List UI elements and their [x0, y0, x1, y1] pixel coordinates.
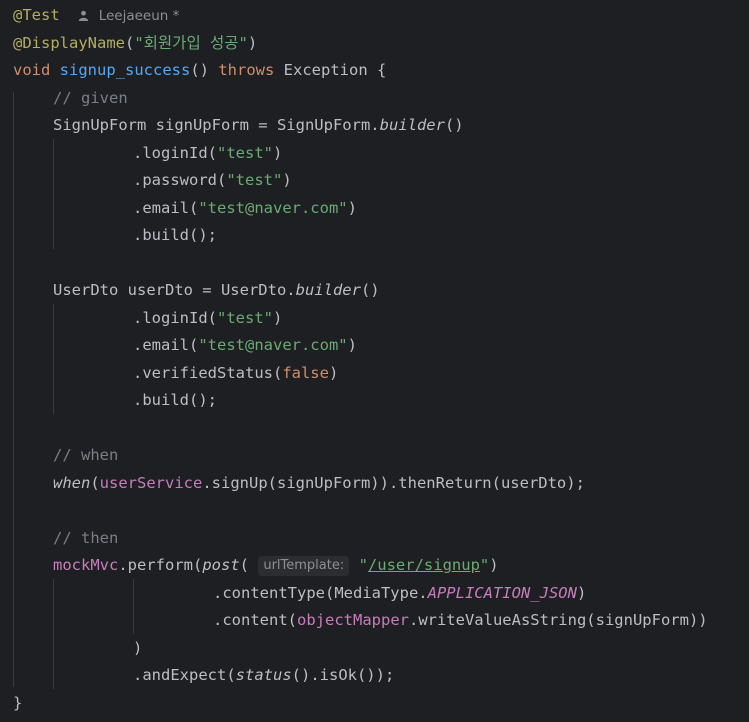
- string-literal: "test@naver.com": [198, 336, 348, 354]
- indent-guide: [53, 579, 54, 689]
- paren: ): [273, 308, 283, 327]
- code-line-4[interactable]: // given: [53, 85, 128, 113]
- paren: ): [576, 583, 587, 602]
- keyword-false: false: [282, 363, 329, 382]
- content-call: .content(: [213, 611, 297, 629]
- string-literal: "test@naver.com": [198, 198, 348, 217]
- display-name-string: "회원가입 성공": [134, 33, 248, 52]
- email-call: .email(: [133, 336, 199, 354]
- paren: ): [273, 143, 283, 162]
- paren: ): [328, 363, 339, 382]
- code-editor[interactable]: @Test Leejaeeun * @DisplayName("회원가입 성공"…: [0, 0, 749, 722]
- exception-type: Exception {: [274, 61, 387, 79]
- and-expect-call: .andExpect(: [133, 666, 236, 684]
- user-service-field: userService: [99, 473, 203, 492]
- verified-status-call: .verifiedStatus(: [133, 363, 283, 382]
- author-hint: Leejaeeun *: [78, 6, 179, 24]
- mock-mvc-field: mockMvc: [53, 556, 119, 574]
- code-line-12[interactable]: .loginId("test"): [133, 305, 282, 333]
- builder-call: builder: [295, 281, 361, 299]
- test-annotation: @Test: [13, 6, 60, 24]
- code-line-5[interactable]: SignUpForm signUpForm = SignUpForm.build…: [53, 112, 464, 140]
- closing-brace: }: [13, 693, 23, 712]
- code-line-6[interactable]: .loginId("test"): [133, 140, 282, 168]
- indent-guide: [133, 579, 134, 634]
- string-quote: ": [358, 556, 368, 574]
- code-line-8[interactable]: .email("test@naver.com"): [133, 195, 357, 223]
- password-call: .password(: [133, 171, 227, 189]
- indent-guide: [53, 304, 54, 414]
- string-quote: ": [479, 556, 490, 574]
- indent-guide: [13, 92, 14, 687]
- status-call: status: [235, 666, 292, 684]
- paren: ): [347, 336, 357, 354]
- login-id-call: .loginId(: [133, 308, 217, 327]
- code-line-26[interactable]: }: [13, 690, 22, 718]
- code-line-21[interactable]: mockMvc.perform(post( urlTemplate: "/use…: [53, 552, 499, 580]
- keyword-void: void: [13, 61, 51, 79]
- application-json-constant: APPLICATION_JSON: [427, 583, 577, 602]
- signup-form-decl: SignUpForm signUpForm = SignUpForm.: [53, 116, 380, 134]
- person-icon: [79, 10, 89, 21]
- code-line-15[interactable]: .build();: [133, 387, 217, 415]
- display-name-annotation: @DisplayName: [13, 33, 125, 52]
- code-line-25[interactable]: .andExpect(status().isOk());: [133, 662, 394, 690]
- code-line-2[interactable]: @DisplayName("회원가입 성공"): [13, 30, 257, 58]
- object-mapper-field: objectMapper: [297, 611, 409, 629]
- code-line-18[interactable]: when(userService.signUp(signUpForm)).the…: [53, 470, 585, 498]
- email-call: .email(: [133, 198, 199, 217]
- url-template-hint[interactable]: urlTemplate:: [258, 555, 350, 576]
- when-call: when: [53, 473, 91, 492]
- close-paren: ): [133, 638, 143, 657]
- comment-given: // given: [53, 88, 128, 107]
- code-line-17[interactable]: // when: [53, 442, 118, 470]
- code-line-7[interactable]: .password("test"): [133, 167, 292, 195]
- paren: (: [239, 556, 259, 574]
- code-line-3[interactable]: void signup_success() throws Exception {: [13, 57, 386, 85]
- user-dto-decl: UserDto userDto = UserDto.: [53, 281, 296, 299]
- code-line-20[interactable]: // then: [53, 525, 118, 553]
- comment-when: // when: [53, 446, 119, 464]
- login-id-call: .loginId(: [133, 143, 217, 162]
- url-link[interactable]: /user/signup: [368, 556, 480, 574]
- string-literal: "test": [217, 308, 273, 327]
- paren: ): [282, 171, 292, 189]
- parens: (): [444, 116, 464, 134]
- paren: ): [247, 33, 258, 52]
- code-line-1[interactable]: @Test Leejaeeun *: [13, 2, 179, 30]
- author-name: Leejaeeun *: [98, 8, 180, 24]
- code-line-24[interactable]: ): [133, 635, 142, 663]
- is-ok-call: ().isOk());: [291, 666, 395, 684]
- string-literal: "test": [217, 143, 273, 162]
- paren: ): [489, 556, 499, 574]
- paren: (: [124, 33, 135, 52]
- builder-call: builder: [379, 116, 445, 134]
- code-line-11[interactable]: UserDto userDto = UserDto.builder(): [53, 277, 380, 305]
- keyword-throws: throws: [218, 61, 275, 79]
- method-parens: (): [190, 61, 219, 79]
- perform-call: .perform(: [118, 556, 203, 574]
- content-type-call: .contentType(MediaType.: [213, 583, 428, 602]
- post-call: post: [202, 556, 240, 574]
- write-value-call: .writeValueAsString(signUpForm)): [408, 611, 708, 629]
- string-literal: "test": [226, 171, 283, 189]
- paren: (: [90, 473, 100, 492]
- code-line-23[interactable]: .content(objectMapper.writeValueAsString…: [213, 607, 708, 635]
- signup-call: .signUp(signUpForm)).thenReturn(userDto)…: [202, 473, 585, 492]
- code-line-13[interactable]: .email("test@naver.com"): [133, 332, 357, 360]
- comment-then: // then: [53, 528, 119, 547]
- code-line-9[interactable]: .build();: [133, 222, 217, 250]
- method-name: signup_success: [59, 61, 191, 79]
- code-line-14[interactable]: .verifiedStatus(false): [133, 360, 338, 388]
- indent-guide: [53, 139, 54, 249]
- build-call: .build();: [133, 391, 217, 409]
- code-line-22[interactable]: .contentType(MediaType.APPLICATION_JSON): [213, 580, 586, 608]
- build-call: .build();: [133, 226, 217, 244]
- parens: (): [360, 281, 380, 299]
- paren: ): [347, 198, 357, 217]
